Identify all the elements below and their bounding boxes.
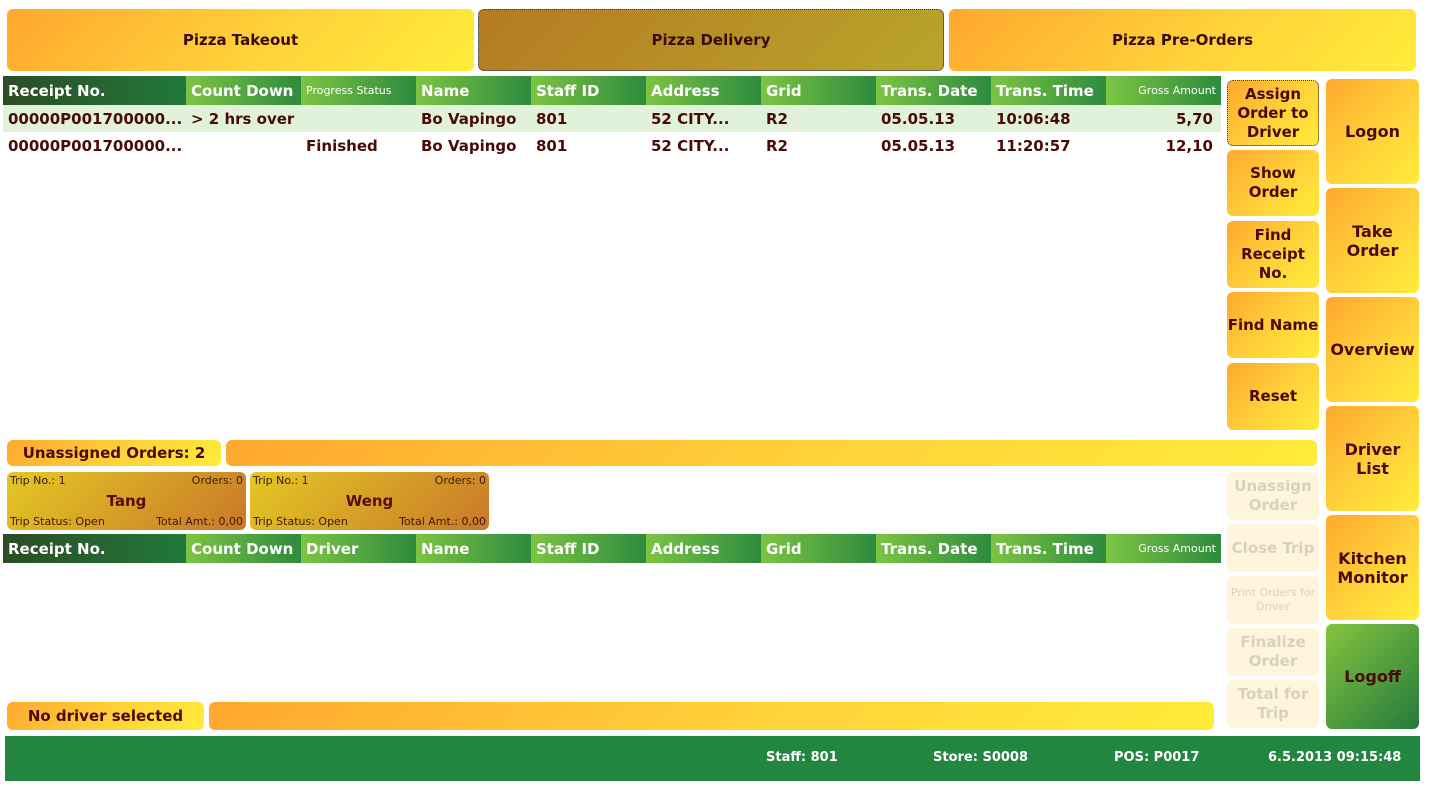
column-header-count-down[interactable]: Count Down	[186, 534, 301, 563]
table-cell: 801	[536, 109, 568, 128]
assign-order-to-driver-button[interactable]: Assign Order to Driver	[1227, 80, 1319, 146]
show-order-button[interactable]: Show Order	[1227, 150, 1319, 216]
orders-count: Orders: 0	[434, 474, 486, 487]
column-header-gross-amount[interactable]: Gross Amount	[1106, 76, 1221, 105]
table-cell: 05.05.13	[881, 136, 956, 155]
driver-bar	[209, 702, 1214, 730]
driver-orders-table: Receipt No. Count Down Driver Name Staff ID A…	[3, 534, 1221, 563]
unassign-order-button[interactable]: Unassign Order	[1227, 472, 1319, 520]
driver-table-header: Receipt No. Count Down Driver Name Staff ID A…	[3, 534, 1221, 563]
column-header-gross-amount[interactable]: Gross Amount	[1106, 534, 1221, 563]
table-cell: R2	[766, 109, 788, 128]
trip-status: Trip Status: Open	[10, 515, 105, 528]
staff-status: Staff: 801	[766, 750, 838, 765]
column-header-trans-date[interactable]: Trans. Date	[876, 76, 991, 105]
orders-table-header: Receipt No. Count Down Progress Status Name…	[3, 76, 1221, 105]
trip-number: Trip No.: 1	[10, 474, 66, 487]
table-cell: 05.05.13	[881, 109, 956, 128]
find-receipt-no-button[interactable]: Find Receipt No.	[1227, 221, 1319, 288]
tab-pizza-takeout[interactable]: Pizza Takeout	[7, 9, 474, 71]
table-row[interactable]: 00000P001700000... Finished Bo Vapingo 801 5…	[3, 132, 1221, 159]
table-cell: 5,70	[1175, 109, 1213, 128]
column-header-count-down[interactable]: Count Down	[186, 76, 301, 105]
column-header-trans-date[interactable]: Trans. Date	[876, 534, 991, 563]
total-amount: Total Amt.: 0,00	[156, 515, 243, 528]
driver-name: Tang	[106, 492, 147, 510]
column-header-name[interactable]: Name	[416, 76, 531, 105]
table-cell: 801	[536, 136, 568, 155]
column-header-address[interactable]: Address	[646, 76, 761, 105]
store-status: Store: S0008	[933, 750, 1029, 765]
kitchen-monitor-button[interactable]: Kitchen Monitor	[1326, 515, 1419, 620]
column-header-grid[interactable]: Grid	[761, 534, 876, 563]
reset-button[interactable]: Reset	[1227, 363, 1319, 430]
driver-card[interactable]: Trip No.: 1 Orders: 0 Weng Trip Status: Ope…	[250, 472, 489, 530]
table-cell: Finished	[306, 136, 378, 155]
trip-number: Trip No.: 1	[253, 474, 309, 487]
driver-name: Weng	[345, 492, 394, 510]
column-header-receipt-no[interactable]: Receipt No.	[3, 534, 186, 563]
driver-card[interactable]: Trip No.: 1 Orders: 0 Tang Trip Status: Ope…	[7, 472, 246, 530]
table-cell: 00000P001700000...	[8, 136, 183, 155]
trip-status: Trip Status: Open	[253, 515, 348, 528]
table-cell: 52 CITY...	[651, 136, 730, 155]
column-header-staff-id[interactable]: Staff ID	[531, 76, 646, 105]
column-header-trans-time[interactable]: Trans. Time	[991, 534, 1106, 563]
logoff-button[interactable]: Logoff	[1326, 624, 1419, 729]
table-cell: 52 CITY...	[651, 109, 730, 128]
column-header-progress-status[interactable]: Progress Status	[301, 76, 416, 105]
table-cell: Bo Vapingo	[421, 136, 517, 155]
column-header-staff-id[interactable]: Staff ID	[531, 534, 646, 563]
close-trip-button[interactable]: Close Trip	[1227, 524, 1319, 572]
print-orders-for-driver-button[interactable]: Print Orders for Driver	[1227, 576, 1319, 624]
unassigned-orders-label: Unassigned Orders: 2	[7, 440, 221, 466]
column-header-driver[interactable]: Driver	[301, 534, 416, 563]
overview-button[interactable]: Overview	[1326, 297, 1419, 402]
no-driver-label: No driver selected	[7, 702, 204, 730]
table-cell: > 2 hrs over	[191, 109, 295, 128]
tab-pizza-delivery[interactable]: Pizza Delivery	[478, 9, 944, 71]
table-row[interactable]: 00000P001700000... > 2 hrs over Bo Vapingo…	[3, 105, 1221, 132]
column-header-trans-time[interactable]: Trans. Time	[991, 76, 1106, 105]
table-cell: Bo Vapingo	[421, 109, 517, 128]
logon-button[interactable]: Logon	[1326, 79, 1419, 184]
unassigned-orders-bar	[226, 440, 1317, 466]
table-cell: 10:06:48	[996, 109, 1071, 128]
table-cell	[186, 132, 301, 159]
driver-list-button[interactable]: Driver List	[1326, 406, 1419, 511]
pos-status: POS: P0017	[1114, 750, 1200, 765]
orders-table: Receipt No. Count Down Progress Status Name…	[3, 76, 1221, 159]
status-bar: Staff: 801 Store: S0008 POS: P0017 6.5.2…	[5, 736, 1420, 781]
table-cell: 11:20:57	[996, 136, 1071, 155]
column-header-receipt-no[interactable]: Receipt No.	[3, 76, 186, 105]
table-cell: R2	[766, 136, 788, 155]
table-cell: 12,10	[1165, 136, 1213, 155]
find-name-button[interactable]: Find Name	[1227, 292, 1319, 358]
table-cell: 00000P001700000...	[8, 109, 183, 128]
table-cell	[301, 105, 416, 132]
column-header-grid[interactable]: Grid	[761, 76, 876, 105]
column-header-address[interactable]: Address	[646, 534, 761, 563]
orders-count: Orders: 0	[191, 474, 243, 487]
datetime-status: 6.5.2013 09:15:48	[1268, 750, 1402, 765]
total-for-trip-button[interactable]: Total for Trip	[1227, 680, 1319, 728]
finalize-order-button[interactable]: Finalize Order	[1227, 628, 1319, 676]
column-header-name[interactable]: Name	[416, 534, 531, 563]
take-order-button[interactable]: Take Order	[1326, 188, 1419, 293]
tab-pizza-preorders[interactable]: Pizza Pre-Orders	[949, 9, 1416, 71]
total-amount: Total Amt.: 0,00	[399, 515, 486, 528]
